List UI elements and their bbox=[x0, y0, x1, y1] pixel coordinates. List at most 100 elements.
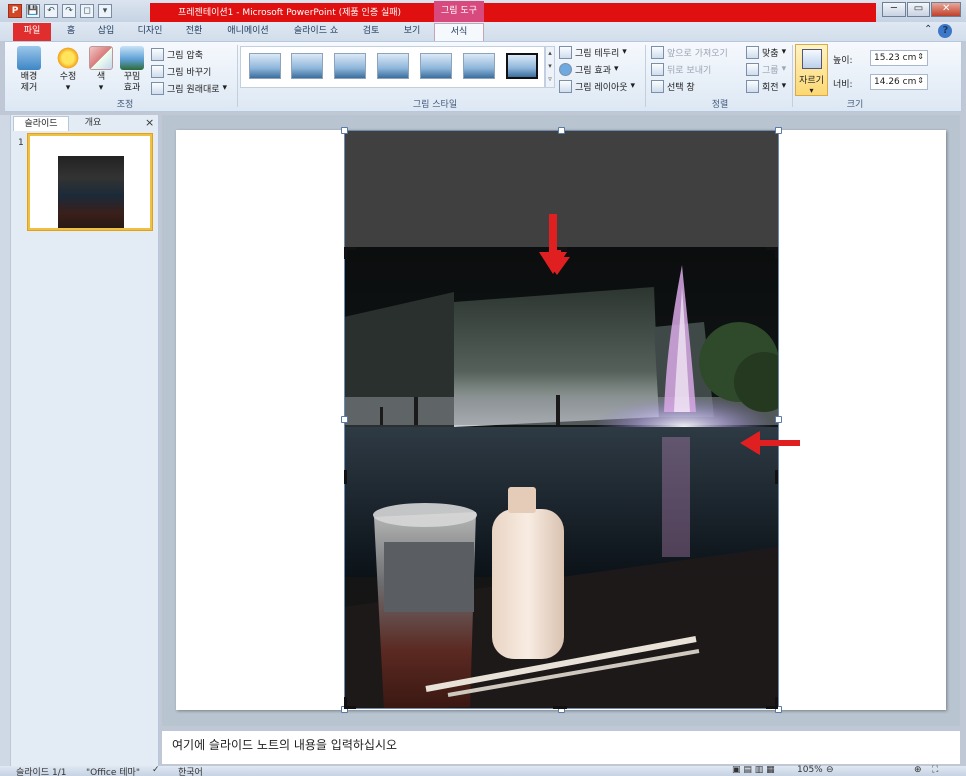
crop-handle[interactable] bbox=[344, 247, 347, 259]
crop-handle[interactable] bbox=[553, 706, 567, 709]
resize-handle[interactable] bbox=[341, 416, 348, 423]
fit-window-icon[interactable]: ⛶ bbox=[932, 765, 938, 775]
minimize-ribbon-icon[interactable]: ⌃ bbox=[924, 24, 932, 38]
tab-animations[interactable]: 애니메이션 bbox=[222, 23, 274, 41]
notes-placeholder: 여기에 슬라이드 노트의 내용을 입력하십시오 bbox=[172, 738, 398, 752]
chevron-down-icon: ▾ bbox=[222, 83, 228, 93]
color-button[interactable]: 색 ▾ bbox=[84, 44, 118, 94]
view-buttons[interactable]: ▣ ▤ ▥ ▦ bbox=[732, 765, 775, 775]
zoom-out-icon[interactable]: ⊖ bbox=[826, 765, 834, 775]
chevron-down-icon: ▾ bbox=[98, 83, 104, 93]
zoom-in-icon[interactable]: ⊕ bbox=[914, 765, 922, 775]
help-icon[interactable]: ? bbox=[938, 24, 953, 38]
compress-pictures-button[interactable]: 그림 압축 bbox=[151, 46, 203, 62]
status-slide-info: 슬라이드 1/1 bbox=[16, 768, 67, 776]
picture-style-thumb[interactable] bbox=[377, 53, 409, 79]
artistic-effects-button[interactable]: 꾸밈 효과 bbox=[115, 44, 149, 94]
selection-pane-button[interactable]: 선택 창 bbox=[651, 78, 695, 94]
corrections-icon bbox=[56, 46, 80, 70]
tab-slides[interactable]: 슬라이드 bbox=[13, 116, 69, 131]
crop-handle[interactable] bbox=[775, 247, 778, 259]
picture-style-thumb[interactable] bbox=[249, 53, 281, 79]
save-icon[interactable]: 💾 bbox=[26, 4, 40, 18]
height-value: 15.23 cm bbox=[874, 53, 917, 63]
align-button[interactable]: 맞춤 ▾ bbox=[746, 44, 786, 60]
group-button[interactable]: 그룹 ▾ bbox=[746, 61, 786, 77]
chevron-down-icon: ▾ bbox=[622, 47, 627, 57]
customize-qat-icon[interactable]: ▾ bbox=[98, 4, 112, 18]
powerpoint-icon[interactable]: P bbox=[8, 4, 22, 18]
height-field[interactable]: 15.23 cm ⇕ bbox=[870, 50, 928, 66]
picture-style-thumb-selected[interactable] bbox=[505, 52, 539, 80]
group-label-picture-styles: 그림 스타일 bbox=[412, 100, 458, 110]
picture-style-thumb[interactable] bbox=[420, 53, 452, 79]
new-icon[interactable]: ◻ bbox=[80, 4, 94, 18]
corrections-label: 수정 bbox=[59, 72, 77, 82]
picture-border-button[interactable]: 그림 테두리 ▾ bbox=[559, 44, 627, 60]
remove-background-button[interactable]: 배경 제거 bbox=[12, 44, 46, 94]
tab-review[interactable]: 검토 bbox=[357, 23, 385, 41]
picture-layout-button[interactable]: 그림 레이아웃 ▾ bbox=[559, 78, 635, 94]
bring-forward-button[interactable]: 앞으로 가져오기 bbox=[651, 44, 728, 60]
crop-handle[interactable] bbox=[344, 706, 356, 709]
status-language[interactable]: 한국어 bbox=[178, 765, 203, 776]
height-label: 높이: bbox=[833, 56, 853, 66]
redo-icon[interactable]: ↷ bbox=[62, 4, 76, 18]
picture-style-thumb[interactable] bbox=[463, 53, 495, 79]
width-value: 14.26 cm bbox=[874, 77, 917, 87]
crop-button[interactable]: 자르기 ▾ bbox=[795, 44, 828, 96]
status-theme[interactable]: "Office 테마" bbox=[86, 765, 140, 776]
maximize-button[interactable]: ▭ bbox=[906, 2, 931, 17]
resize-handle[interactable] bbox=[775, 127, 782, 134]
tab-insert[interactable]: 삽입 bbox=[92, 23, 120, 41]
crop-handle[interactable] bbox=[775, 697, 778, 709]
picture-effects-icon bbox=[559, 62, 572, 76]
resize-handle[interactable] bbox=[558, 127, 565, 134]
send-backward-button[interactable]: 뒤로 보내기 bbox=[651, 61, 711, 77]
crop-handle[interactable] bbox=[344, 470, 347, 484]
tab-home[interactable]: 홈 bbox=[60, 23, 82, 41]
tab-design[interactable]: 디자인 bbox=[133, 23, 167, 41]
gallery-scrollbar[interactable]: ▴ ▾ ▿ bbox=[545, 46, 555, 88]
resize-handle[interactable] bbox=[775, 416, 782, 423]
spinner-icon[interactable]: ⇕ bbox=[917, 50, 924, 64]
align-label: 맞춤 bbox=[762, 48, 779, 59]
close-button[interactable]: ✕ bbox=[931, 2, 961, 17]
tab-slideshow[interactable]: 슬라이드 쇼 bbox=[288, 23, 344, 41]
tab-view[interactable]: 보기 bbox=[398, 23, 426, 41]
tab-format[interactable]: 서식 bbox=[434, 23, 484, 41]
status-zoom[interactable]: 105% bbox=[797, 765, 823, 775]
bring-forward-icon bbox=[651, 45, 664, 59]
ribbon-help-area: ⌃ ? bbox=[924, 24, 953, 38]
rotate-button[interactable]: 회전 ▾ bbox=[746, 78, 786, 94]
spellcheck-icon[interactable]: ✓ bbox=[152, 765, 160, 775]
picture-effects-button[interactable]: 그림 효과 ▾ bbox=[559, 61, 619, 77]
window-controls: ─ ▭ ✕ bbox=[882, 2, 962, 18]
tab-outline[interactable]: 개요 bbox=[70, 116, 116, 131]
picture-style-thumb[interactable] bbox=[291, 53, 323, 79]
corrections-button[interactable]: 수정 ▾ bbox=[51, 44, 85, 94]
picture-border-icon bbox=[559, 45, 572, 59]
rotate-icon bbox=[746, 79, 759, 93]
undo-icon[interactable]: ↶ bbox=[44, 4, 58, 18]
picture-styles-gallery bbox=[240, 46, 545, 88]
tab-file[interactable]: 파일 bbox=[13, 23, 51, 41]
reset-picture-button[interactable]: 그림 원래대로 ▾ bbox=[151, 80, 227, 96]
change-picture-label: 그림 바꾸기 bbox=[167, 67, 212, 78]
resize-handle[interactable] bbox=[341, 127, 348, 134]
remove-background-icon bbox=[17, 46, 41, 70]
compress-icon bbox=[151, 47, 164, 61]
spinner-icon[interactable]: ⇕ bbox=[917, 74, 924, 88]
change-picture-button[interactable]: 그림 바꾸기 bbox=[151, 63, 211, 79]
separator bbox=[792, 45, 793, 107]
chevron-down-icon: ▾ bbox=[781, 47, 787, 57]
crop-handle[interactable] bbox=[775, 470, 778, 484]
close-icon[interactable]: × bbox=[145, 116, 154, 129]
tab-transitions[interactable]: 전환 bbox=[180, 23, 208, 41]
minimize-button[interactable]: ─ bbox=[882, 2, 906, 17]
slide-thumbnail[interactable] bbox=[28, 134, 152, 230]
remove-background-label: 배경 제거 bbox=[20, 72, 38, 93]
contextual-tab-picture-tools: 그림 도구 bbox=[434, 1, 484, 22]
width-field[interactable]: 14.26 cm ⇕ bbox=[870, 74, 928, 90]
picture-style-thumb[interactable] bbox=[334, 53, 366, 79]
